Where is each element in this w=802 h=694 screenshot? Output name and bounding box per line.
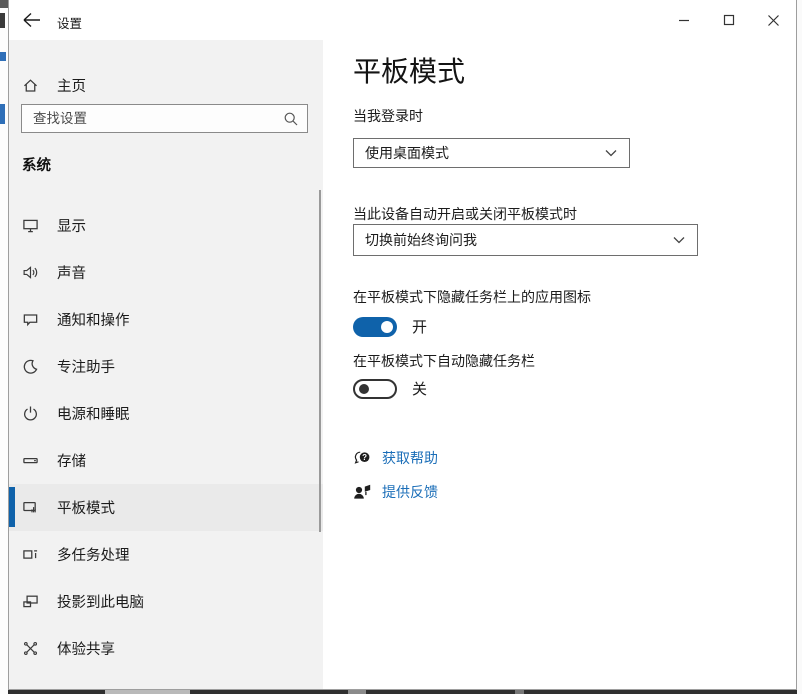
sidebar-item-multitasking[interactable]: 多任务处理 <box>9 531 323 578</box>
background-window-sliver <box>0 0 8 694</box>
search-box[interactable] <box>21 104 308 133</box>
notifications-icon <box>22 311 39 328</box>
svg-text:?: ? <box>362 453 367 462</box>
sidebar-item-power-sleep[interactable]: 电源和睡眠 <box>9 390 323 437</box>
sidebar-item-label: 专注助手 <box>57 356 115 377</box>
back-arrow-icon <box>21 10 43 30</box>
toggle-off-icon[interactable] <box>353 379 397 399</box>
taskbar-fragment <box>105 690 190 694</box>
maximize-button[interactable] <box>706 0 751 40</box>
auto-hide-taskbar-toggle-row[interactable]: 关 <box>353 378 427 399</box>
titlebar[interactable]: 设置 <box>9 0 796 40</box>
signin-mode-dropdown[interactable]: 使用桌面模式 <box>353 138 630 168</box>
sidebar-item-storage[interactable]: 存储 <box>9 437 323 484</box>
sidebar-item-label: 声音 <box>57 262 86 283</box>
window-controls <box>661 0 796 40</box>
sidebar-section-header: 系统 <box>22 154 51 175</box>
sidebar-item-label: 体验共享 <box>57 638 115 659</box>
tablet-mode-icon <box>22 499 39 516</box>
sidebar-item-label: 电源和睡眠 <box>57 403 130 424</box>
search-icon[interactable] <box>283 111 299 127</box>
storage-icon <box>22 452 39 469</box>
minimize-button[interactable] <box>661 0 706 40</box>
shared-experiences-icon <box>22 640 39 657</box>
sidebar-nav-list: 显示 声音 通知和操作 <box>9 202 323 672</box>
power-icon <box>22 405 39 422</box>
sidebar-item-focus-assist[interactable]: 专注助手 <box>9 343 323 390</box>
feedback-icon <box>353 483 372 502</box>
auto-switch-dropdown[interactable]: 切换前始终询问我 <box>353 224 698 256</box>
get-help-link[interactable]: ? 获取帮助 <box>353 448 438 468</box>
auto-switch-value: 切换前始终询问我 <box>365 230 673 250</box>
sidebar-item-shared-experiences[interactable]: 体验共享 <box>9 625 323 672</box>
search-input[interactable] <box>31 110 283 127</box>
main-content: 平板模式 当我登录时 使用桌面模式 当此设备自动开启或关闭平板模式时 切换前始终… <box>323 40 796 689</box>
hide-app-icons-toggle-row[interactable]: 开 <box>353 316 427 337</box>
chevron-down-icon <box>605 149 617 157</box>
page-title: 平板模式 <box>353 50 465 90</box>
background-fragment <box>0 0 8 8</box>
hide-app-icons-label: 在平板模式下隐藏任务栏上的应用图标 <box>353 287 591 307</box>
focus-assist-icon <box>22 358 39 375</box>
sidebar-item-notifications[interactable]: 通知和操作 <box>9 296 323 343</box>
background-fragment <box>0 13 5 28</box>
sidebar-item-label: 平板模式 <box>57 497 115 518</box>
sidebar-item-label: 通知和操作 <box>57 309 130 330</box>
auto-hide-taskbar-state: 关 <box>412 378 427 399</box>
auto-switch-label: 当此设备自动开启或关闭平板模式时 <box>353 204 577 224</box>
sidebar-item-projecting[interactable]: 投影到此电脑 <box>9 578 323 625</box>
toggle-on-icon[interactable] <box>353 317 397 337</box>
display-icon <box>22 217 39 234</box>
back-button[interactable] <box>21 10 43 30</box>
toggle-knob <box>359 384 369 394</box>
maximize-icon <box>723 14 735 26</box>
home-icon <box>22 77 39 94</box>
sidebar-item-label: 投影到此电脑 <box>57 591 144 612</box>
taskbar-fragment <box>515 690 524 694</box>
close-icon <box>767 14 780 27</box>
signin-mode-value: 使用桌面模式 <box>365 143 605 163</box>
background-fragment <box>0 104 5 124</box>
multitasking-icon <box>22 546 39 563</box>
project-icon <box>22 593 39 610</box>
sidebar-item-sound[interactable]: 声音 <box>9 249 323 296</box>
sidebar-scrollbar[interactable] <box>319 190 321 532</box>
taskbar-fragment <box>348 690 366 694</box>
window-title: 设置 <box>57 13 82 32</box>
minimize-icon <box>678 14 690 26</box>
chevron-down-icon <box>673 236 685 244</box>
get-help-label: 获取帮助 <box>382 448 438 468</box>
taskbar-sliver <box>8 690 797 694</box>
sidebar-home-label: 主页 <box>57 75 86 96</box>
get-help-icon: ? <box>353 449 372 468</box>
sidebar-item-label: 显示 <box>57 215 86 236</box>
sidebar-item-tablet-mode[interactable]: 平板模式 <box>9 484 323 531</box>
selection-indicator <box>9 487 15 527</box>
signin-mode-label: 当我登录时 <box>353 106 423 126</box>
settings-window: 设置 主页 <box>8 0 797 690</box>
feedback-link[interactable]: 提供反馈 <box>353 482 438 502</box>
sidebar-item-label: 存储 <box>57 450 86 471</box>
close-button[interactable] <box>751 0 796 40</box>
auto-hide-taskbar-label: 在平板模式下自动隐藏任务栏 <box>353 351 535 371</box>
sidebar-item-display[interactable]: 显示 <box>9 202 323 249</box>
sidebar-item-home[interactable]: 主页 <box>9 70 323 100</box>
sound-icon <box>22 264 39 281</box>
sidebar: 主页 系统 显示 <box>9 40 323 689</box>
feedback-label: 提供反馈 <box>382 482 438 502</box>
toggle-knob <box>381 321 393 333</box>
hide-app-icons-state: 开 <box>412 316 427 337</box>
background-fragment <box>0 52 6 61</box>
sidebar-item-label: 多任务处理 <box>57 544 130 565</box>
